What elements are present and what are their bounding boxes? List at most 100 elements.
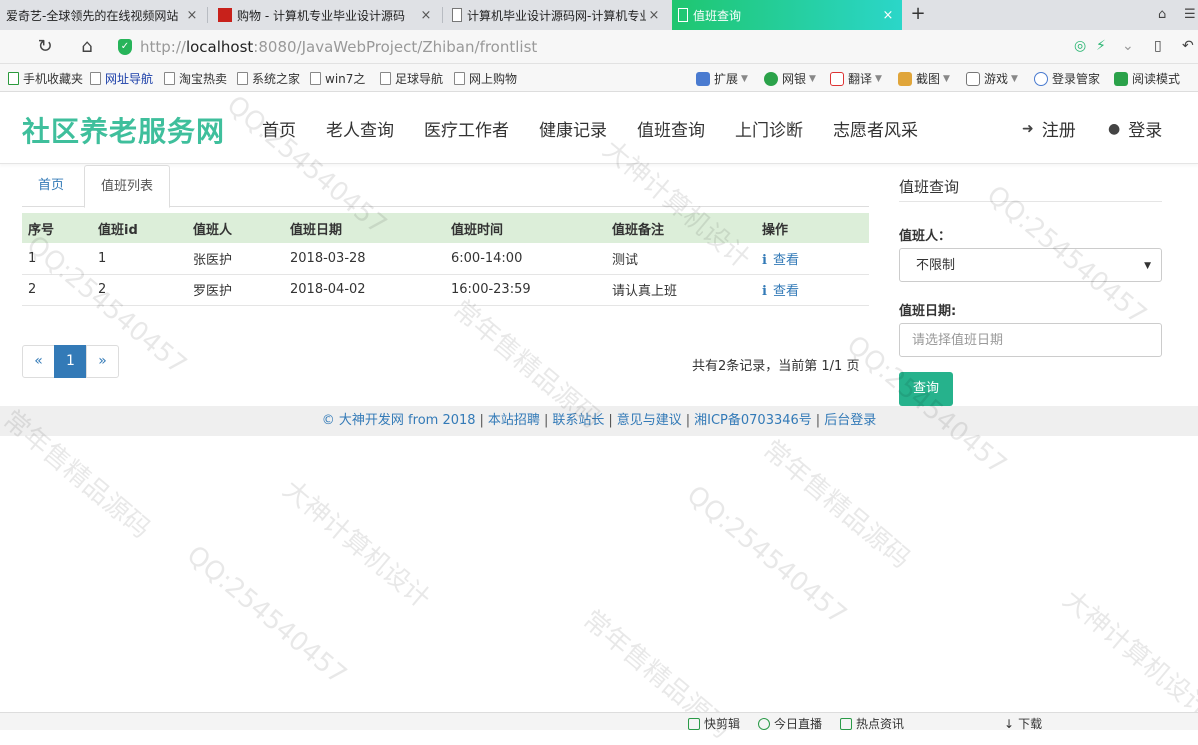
undo-icon[interactable]: ↶ [1182,38,1194,54]
refresh-circle-icon[interactable]: ◎ [1074,38,1086,54]
nav-home-visit[interactable]: 上门诊断 [735,116,803,141]
login-manager-button[interactable]: 登录管家 [1034,70,1100,87]
tab-home[interactable]: 首页 [22,165,80,207]
bookmark-label: 手机收藏夹 [23,72,84,86]
tab-duty-list[interactable]: 值班列表 [84,165,171,208]
copyright-link[interactable]: © 大神开发网 from 2018 [322,413,476,428]
screenshot-button[interactable]: 截图 ▼ [898,70,950,87]
new-tab-button[interactable]: + [906,0,930,30]
cell-date: 2018-04-02 [284,274,445,306]
page-1-button[interactable]: 1 [54,345,87,378]
separator: | [815,413,821,428]
menu-icon[interactable]: ☰ [1184,7,1196,22]
ebank-button[interactable]: 网银 ▼ [764,70,816,87]
bookmark-win7[interactable]: win7之 [310,70,365,87]
view-link[interactable]: i 查看 [756,274,869,306]
register-label: 注册 [1041,121,1076,141]
query-button[interactable]: 查询 [899,372,953,406]
page-icon [454,72,465,85]
recruit-link[interactable]: 本站招聘 [488,413,540,428]
tab-separator [442,7,443,23]
view-link[interactable]: i 查看 [756,243,869,275]
cell-person: 罗医护 [187,274,284,306]
book-icon [1114,71,1128,86]
contact-link[interactable]: 联系站长 [552,413,604,428]
phone-icon[interactable]: ▯ [1154,38,1162,54]
prev-page-button[interactable]: « [22,345,55,378]
shirt-icon[interactable]: ⌂ [1158,7,1166,22]
bookmark-system-home[interactable]: 系统之家 [237,70,300,87]
browser-tab-iqiyi[interactable]: 爱奇艺-全球领先的在线视频网站 × [0,0,206,30]
bookmark-mobile-favorites[interactable]: 手机收藏夹 [8,70,83,87]
toolbar-label: 游戏 [984,72,1009,86]
nav-elder-query[interactable]: 老人查询 [326,116,394,141]
quick-clip-button[interactable]: 快剪辑 [688,715,740,732]
home-icon[interactable]: ⌂ [76,36,98,58]
date-input[interactable] [899,323,1162,357]
browser-tab-duty-query[interactable]: 值班查询 × [672,0,902,30]
address-bar: ↻ ⌂ ✓ http:// localhost :8080/JavaWebPro… [0,30,1198,64]
chevron-down-icon[interactable]: ⌄ [1122,38,1134,54]
close-icon[interactable]: × [880,8,896,23]
bookmark-label: 网址导航 [105,72,154,86]
browser-tab-source[interactable]: 计算机毕业设计源码网-计算机专业 × [446,0,668,30]
user-icon: ● [1108,120,1121,137]
login-link[interactable]: ● 登录 [1108,116,1162,142]
content-tabs: 首页 值班列表 [22,165,869,208]
bookmark-football[interactable]: 足球导航 [380,70,443,87]
play-icon [758,717,770,730]
lightning-icon[interactable]: ⚡ [1096,38,1106,54]
feedback-link[interactable]: 意见与建议 [617,413,682,428]
url-field[interactable]: ✓ http:// localhost :8080/JavaWebProject… [118,34,1118,60]
nav-duty-query[interactable]: 值班查询 [637,116,705,141]
extensions-button[interactable]: 扩展 ▼ [696,70,748,87]
toolbar-label: 阅读模式 [1132,72,1181,86]
cell-remark: 请认真上班 [606,274,756,306]
live-button[interactable]: 今日直播 [758,715,822,732]
bookmark-shopping[interactable]: 网上购物 [454,70,517,87]
hot-news-button[interactable]: 热点资讯 [840,715,904,732]
icp-link[interactable]: 湘ICP备0703346号 [694,413,812,428]
puzzle-icon [696,71,710,86]
admin-login-link[interactable]: 后台登录 [824,413,876,428]
reading-mode-button[interactable]: 阅读模式 [1114,70,1180,87]
person-label: 值班人： [899,229,952,244]
next-page-button[interactable]: » [86,345,119,378]
key-icon [1034,71,1048,86]
close-icon[interactable]: × [184,8,200,23]
nav-health-records[interactable]: 健康记录 [539,116,607,141]
watermark-text: 常年售精品源码 [756,434,916,575]
table-row: 2 2 罗医护 2018-04-02 16:00-23:59 请认真上班 i 查看 [22,274,869,306]
sidebar-title: 值班查询 [899,178,960,196]
close-icon[interactable]: × [418,8,434,23]
cell-remark: 测试 [606,243,756,275]
watermark-text: QQ:254540457 [680,480,853,631]
toolbar-label: 翻译 [848,72,873,86]
nav-volunteers[interactable]: 志愿者风采 [833,116,918,141]
toolbar-label: 截图 [916,72,941,86]
cell-index: 2 [22,274,92,306]
main-nav: 首页 老人查询 医疗工作者 健康记录 值班查询 上门诊断 志愿者风采 [262,116,948,141]
nav-medical-workers[interactable]: 医疗工作者 [424,116,509,141]
translate-button[interactable]: 翻译 ▼ [830,70,882,87]
reload-icon[interactable]: ↻ [34,36,56,58]
news-icon [840,717,852,730]
nav-home[interactable]: 首页 [262,116,296,141]
games-button[interactable]: 游戏 ▼ [966,70,1018,87]
browser-tab-bar: 爱奇艺-全球领先的在线视频网站 × 购物 - 计算机专业毕业设计源码 × 计算机… [0,0,1198,30]
register-link[interactable]: ➜ 注册 [1022,116,1076,142]
cell-index: 1 [22,243,92,275]
close-icon[interactable]: × [646,8,662,23]
person-select[interactable]: 不限制 ▼ [899,248,1162,282]
bookmark-nav[interactable]: 网址导航 [90,70,153,87]
page-icon [310,72,321,85]
watermark-text: QQ:254540457 [180,540,353,691]
bookmark-taobao[interactable]: 淘宝热卖 [164,70,227,87]
download-button[interactable]: ↓ 下载 [1004,715,1042,732]
browser-status-bar: 快剪辑 今日直播 热点资讯 ↓ 下载 [0,712,1198,732]
scissors-icon [898,71,912,86]
browser-tab-shopping[interactable]: 购物 - 计算机专业毕业设计源码 × [212,0,440,30]
site-header: 社区养老服务网 首页 老人查询 医疗工作者 健康记录 值班查询 上门诊断 志愿者… [0,92,1198,164]
site-logo[interactable]: 社区养老服务网 [22,110,225,150]
page-icon [237,72,248,85]
